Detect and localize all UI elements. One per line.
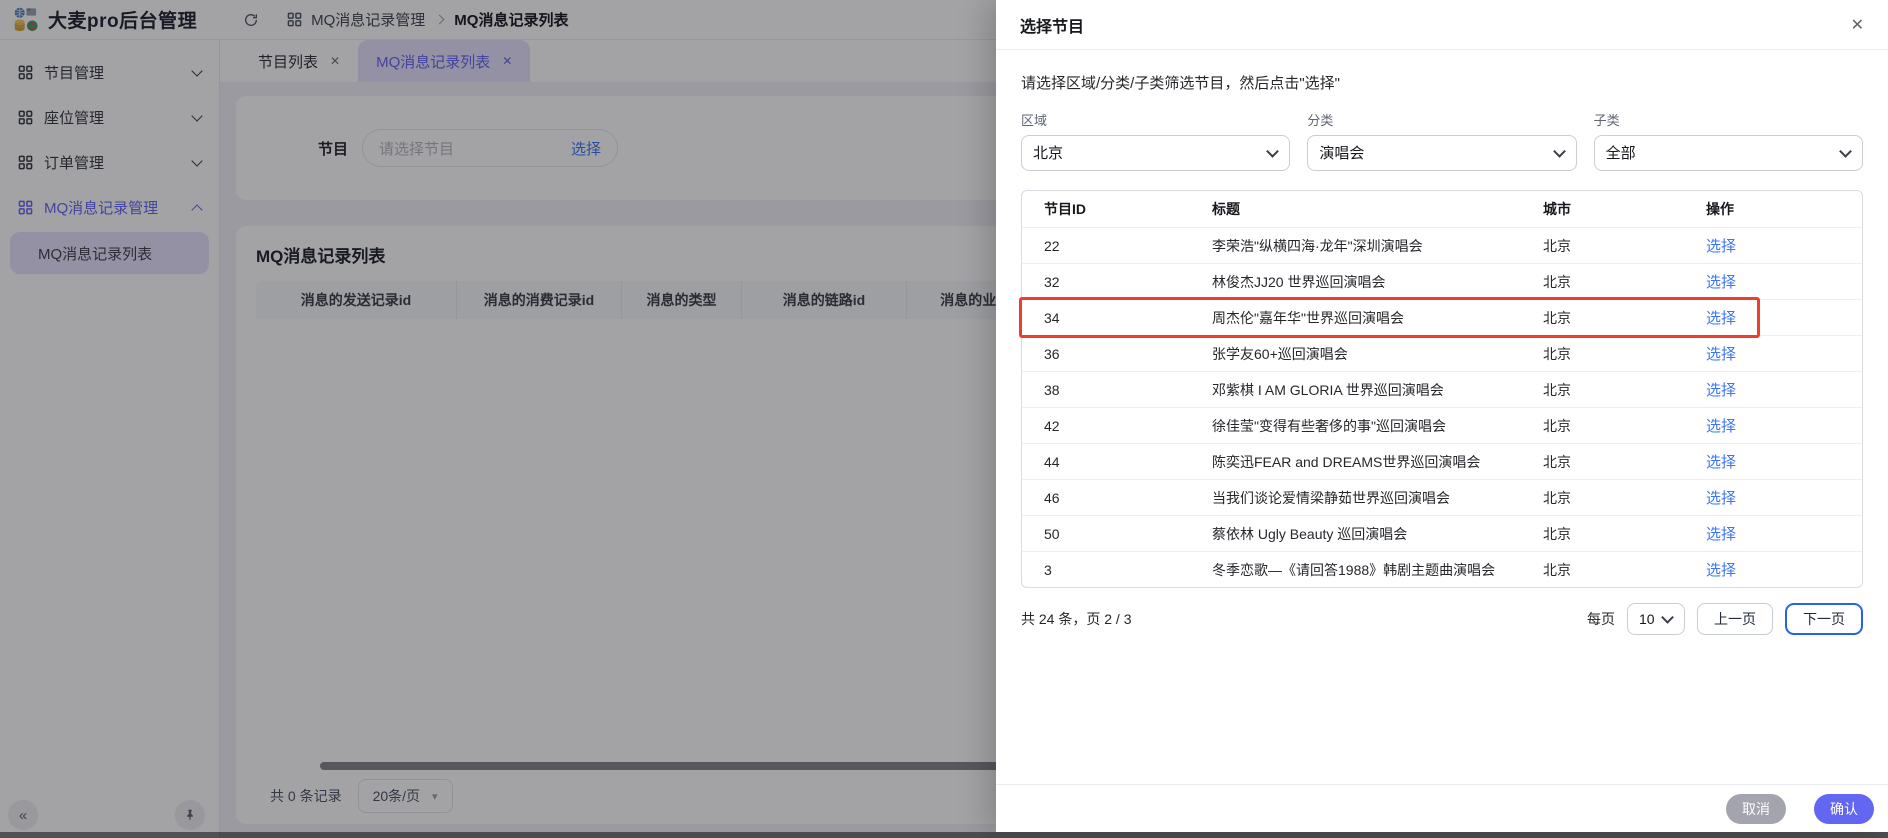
program-title: 冬季恋歌—《请回答1988》韩剧主题曲演唱会	[1212, 560, 1543, 580]
confirm-button[interactable]: 确认	[1814, 794, 1874, 824]
program-row: 46 当我们谈论爱情梁静茹世界巡回演唱会 北京 选择	[1022, 479, 1862, 515]
program-id: 22	[1022, 238, 1212, 254]
program-id: 46	[1022, 490, 1212, 506]
column-city: 城市	[1543, 199, 1706, 219]
row-select-link[interactable]: 选择	[1706, 454, 1736, 471]
filter-field: 区域 北京	[1021, 110, 1290, 171]
program-row: 42 徐佳莹"变得有些奢侈的事"巡回演唱会 北京 选择	[1022, 407, 1862, 443]
filter-select[interactable]: 北京	[1021, 135, 1290, 171]
program-row: 32 林俊杰JJ20 世界巡回演唱会 北京 选择	[1022, 263, 1862, 299]
prev-page-button[interactable]: 上一页	[1697, 603, 1773, 635]
program-row: 22 李荣浩"纵横四海·龙年"深圳演唱会 北京 选择	[1022, 227, 1862, 263]
program-row: 3 冬季恋歌—《请回答1988》韩剧主题曲演唱会 北京 选择	[1022, 551, 1862, 587]
pagination-summary: 共 24 条，页 2 / 3	[1021, 609, 1131, 629]
program-city: 北京	[1543, 560, 1706, 580]
close-icon[interactable]: ✕	[1851, 15, 1864, 35]
program-city: 北京	[1543, 308, 1706, 328]
program-title: 陈奕迅FEAR and DREAMS世界巡回演唱会	[1212, 452, 1543, 472]
modal-header: 选择节目 ✕	[996, 0, 1888, 50]
modal-instruction: 请选择区域/分类/子类筛选节目，然后点击"选择"	[1021, 72, 1863, 93]
modal-title: 选择节目	[1020, 13, 1084, 37]
program-city: 北京	[1543, 452, 1706, 472]
program-title: 李荣浩"纵横四海·龙年"深圳演唱会	[1212, 236, 1543, 256]
per-page-select-wrap: 10	[1627, 603, 1685, 635]
program-city: 北京	[1543, 488, 1706, 508]
per-page-label: 每页	[1587, 609, 1615, 629]
program-title: 蔡依林 Ugly Beauty 巡回演唱会	[1212, 524, 1543, 544]
program-title: 当我们谈论爱情梁静茹世界巡回演唱会	[1212, 488, 1543, 508]
program-id: 3	[1022, 562, 1212, 578]
program-row: 36 张学友60+巡回演唱会 北京 选择	[1022, 335, 1862, 371]
filter-field: 子类 全部	[1594, 110, 1863, 171]
modal-pagination: 共 24 条，页 2 / 3 每页 10 上一页 下一页	[1021, 603, 1863, 635]
modal-body: 请选择区域/分类/子类筛选节目，然后点击"选择" 区域 北京 分类 演唱会	[996, 50, 1888, 784]
program-city: 北京	[1543, 380, 1706, 400]
modal-footer: 取消 确认	[996, 784, 1888, 832]
program-row: 50 蔡依林 Ugly Beauty 巡回演唱会 北京 选择	[1022, 515, 1862, 551]
row-select-link[interactable]: 选择	[1706, 346, 1736, 363]
program-id: 42	[1022, 418, 1212, 434]
cancel-button[interactable]: 取消	[1726, 794, 1786, 824]
filter-field: 分类 演唱会	[1307, 110, 1576, 171]
program-table-header: 节目ID 标题 城市 操作	[1022, 191, 1862, 227]
program-row: 44 陈奕迅FEAR and DREAMS世界巡回演唱会 北京 选择	[1022, 443, 1862, 479]
program-table: 节目ID 标题 城市 操作 22 李荣浩"纵横四海·龙年"深圳演唱会 北京 选择…	[1021, 190, 1863, 588]
program-row: 34 周杰伦"嘉年华"世界巡回演唱会 北京 选择	[1022, 299, 1862, 335]
next-page-button[interactable]: 下一页	[1785, 603, 1863, 635]
program-id: 32	[1022, 274, 1212, 290]
row-select-link[interactable]: 选择	[1706, 418, 1736, 435]
row-select-link[interactable]: 选择	[1706, 310, 1736, 327]
filter-select-wrap: 北京	[1021, 135, 1290, 171]
program-id: 44	[1022, 454, 1212, 470]
filter-select[interactable]: 全部	[1594, 135, 1863, 171]
program-id: 38	[1022, 382, 1212, 398]
program-row: 38 邓紫棋 I AM GLORIA 世界巡回演唱会 北京 选择	[1022, 371, 1862, 407]
filter-label: 子类	[1594, 110, 1863, 129]
per-page-select[interactable]: 10	[1627, 603, 1685, 635]
program-city: 北京	[1543, 344, 1706, 364]
row-select-link[interactable]: 选择	[1706, 274, 1736, 291]
filter-label: 分类	[1307, 110, 1576, 129]
column-title: 标题	[1212, 199, 1543, 219]
bottom-edge	[0, 832, 1888, 838]
filter-label: 区域	[1021, 110, 1290, 129]
program-title: 林俊杰JJ20 世界巡回演唱会	[1212, 272, 1543, 292]
row-select-link[interactable]: 选择	[1706, 382, 1736, 399]
program-id: 34	[1022, 310, 1212, 326]
program-title: 邓紫棋 I AM GLORIA 世界巡回演唱会	[1212, 380, 1543, 400]
filter-select-wrap: 全部	[1594, 135, 1863, 171]
program-city: 北京	[1543, 416, 1706, 436]
program-title: 张学友60+巡回演唱会	[1212, 344, 1543, 364]
row-select-link[interactable]: 选择	[1706, 490, 1736, 507]
program-city: 北京	[1543, 524, 1706, 544]
row-select-link[interactable]: 选择	[1706, 238, 1736, 255]
row-select-link[interactable]: 选择	[1706, 562, 1736, 579]
screen: 大麦pro后台管理 MQ消息记录管理 MQ消息记录列表	[0, 0, 1888, 838]
program-city: 北京	[1543, 272, 1706, 292]
filter-select[interactable]: 演唱会	[1307, 135, 1576, 171]
column-program-id: 节目ID	[1022, 199, 1212, 219]
program-title: 周杰伦"嘉年华"世界巡回演唱会	[1212, 308, 1543, 328]
program-title: 徐佳莹"变得有些奢侈的事"巡回演唱会	[1212, 416, 1543, 436]
select-program-modal: 选择节目 ✕ 请选择区域/分类/子类筛选节目，然后点击"选择" 区域 北京 分类	[996, 0, 1888, 832]
filter-select-wrap: 演唱会	[1307, 135, 1576, 171]
filter-row: 区域 北京 分类 演唱会 子类	[1021, 110, 1863, 171]
program-id: 36	[1022, 346, 1212, 362]
program-id: 50	[1022, 526, 1212, 542]
program-city: 北京	[1543, 236, 1706, 256]
column-action: 操作	[1706, 199, 1862, 219]
row-select-link[interactable]: 选择	[1706, 526, 1736, 543]
